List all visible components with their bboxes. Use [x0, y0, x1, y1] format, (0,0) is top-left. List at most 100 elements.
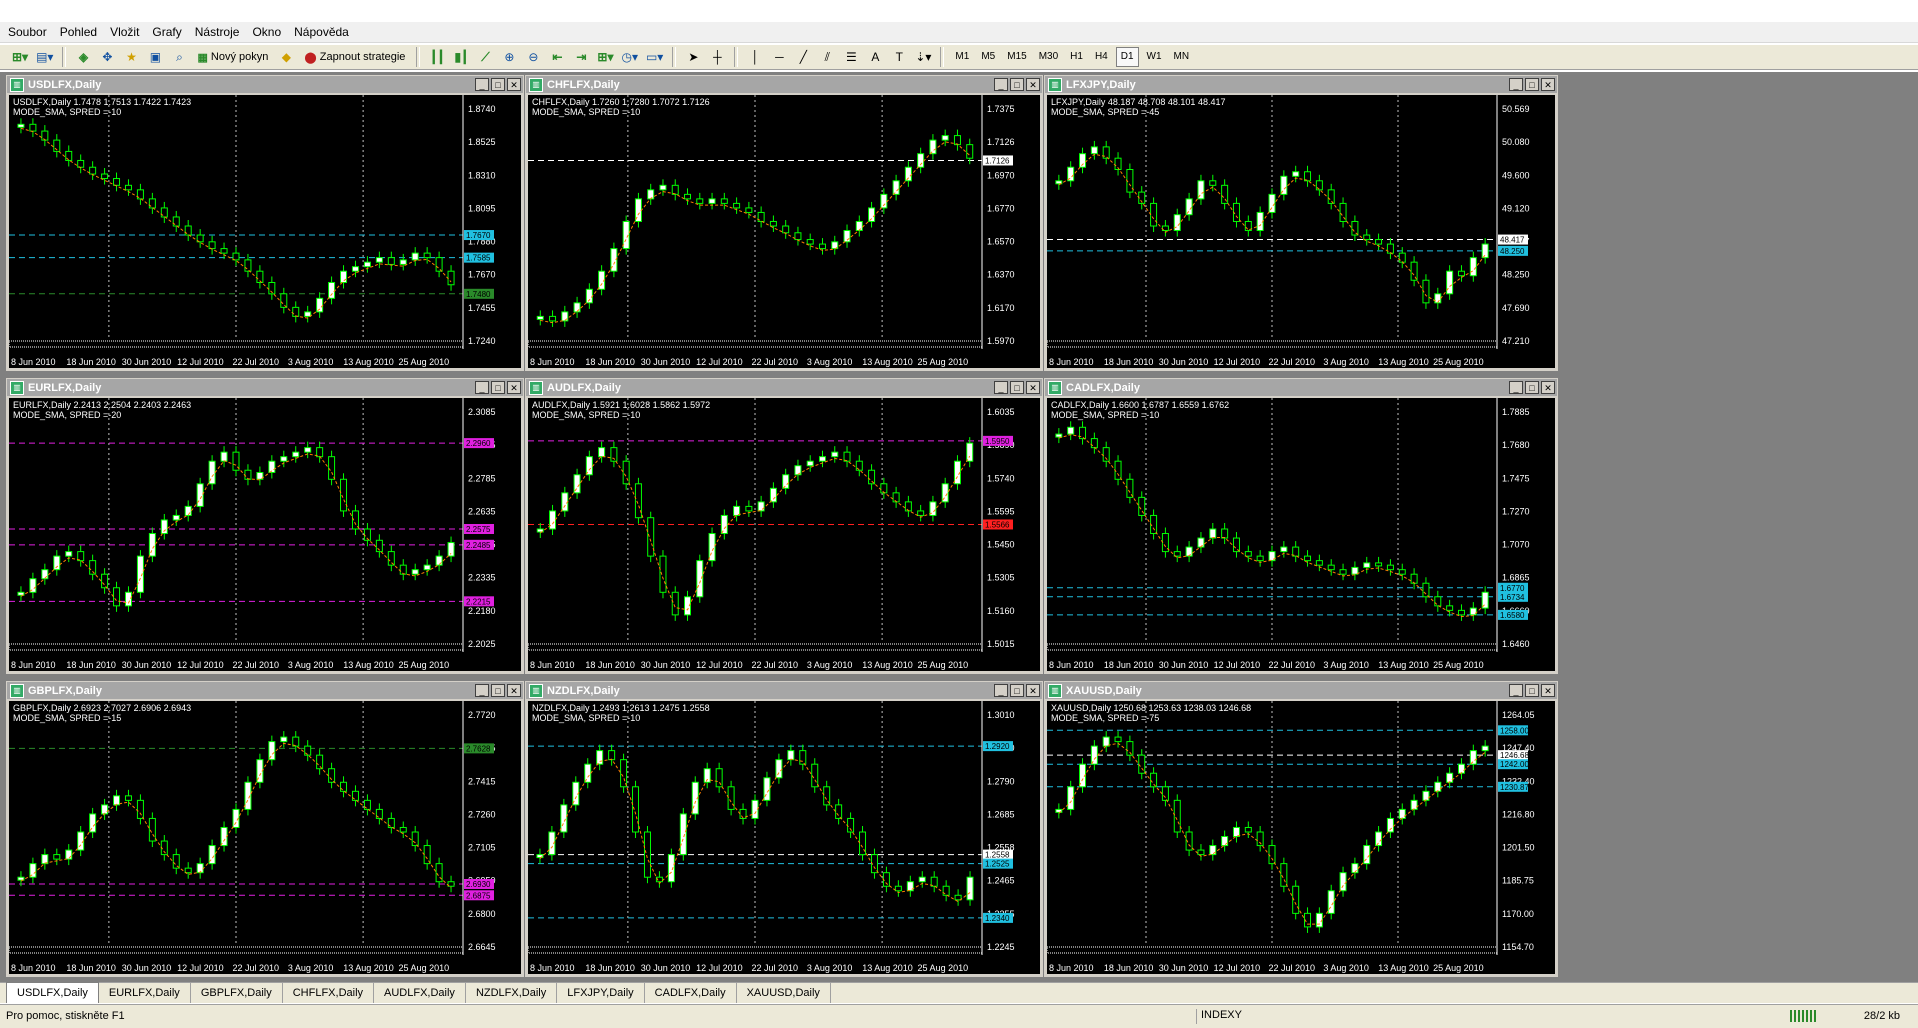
chart-canvas[interactable]: 1.7375 1.7126 1.6970 1.6770 1.6570 1.6370 1.61… — [528, 95, 1040, 368]
tab-gbplfx[interactable]: GBPLFX,Daily — [191, 983, 283, 1003]
timeframe-h4[interactable]: H4 — [1091, 48, 1112, 66]
chart-window[interactable]: ▥ CHFLFX,Daily _ □ ✕ 1.7375 1.7126 1.6970 1.6770… — [524, 74, 1044, 372]
terminal-icon[interactable]: ▣ — [145, 47, 165, 67]
tester-icon[interactable]: ⌕ — [169, 47, 189, 67]
tab-audlfx[interactable]: AUDLFX,Daily — [374, 983, 466, 1003]
chart-canvas[interactable]: 1.60351.58901.57401.55951.54501.53051.51… — [528, 398, 1040, 671]
timeframe-w1[interactable]: W1 — [1143, 48, 1166, 66]
chart-canvas[interactable]: 1.3010 1.2920 1.2790 1.2685 1.2558 1.2465 1.23… — [528, 701, 1040, 974]
chart-title-bar[interactable]: ▥ NZDLFX,Daily _ □ ✕ — [526, 682, 1042, 699]
menu-pohled[interactable]: Pohled — [52, 22, 102, 42]
menu-nastroje[interactable]: Nástroje — [187, 22, 245, 42]
indicators-icon[interactable]: ⊞▾ — [595, 47, 615, 67]
minimize-icon[interactable]: _ — [994, 381, 1008, 394]
close-icon[interactable]: ✕ — [507, 78, 521, 91]
new-order-button[interactable]: ▦ Nový pokyn — [193, 47, 272, 67]
tab-nzdlfx[interactable]: NZDLFX,Daily — [466, 983, 558, 1003]
fibonacci-icon[interactable]: ☰ — [841, 47, 861, 67]
timeframe-d1[interactable]: D1 — [1115, 47, 1139, 67]
tab-usdlfx[interactable]: USDLFX,Daily — [6, 982, 99, 1003]
cursor-icon[interactable]: ➤ — [683, 47, 703, 67]
chart-title-bar[interactable]: ▥ LFXJPY,Daily _ □ ✕ — [1045, 76, 1557, 93]
chart-canvas[interactable]: 2.30852.29352.27852.26352.24852.23352.21… — [9, 398, 521, 671]
menu-grafy[interactable]: Grafy — [144, 22, 186, 42]
minimize-icon[interactable]: _ — [994, 78, 1008, 91]
minimize-icon[interactable]: _ — [475, 78, 489, 91]
close-icon[interactable]: ✕ — [1541, 684, 1555, 697]
chart-title-bar[interactable]: ▥ GBPLFX,Daily _ □ ✕ — [7, 682, 523, 699]
vertical-line-icon[interactable]: │ — [745, 47, 765, 67]
restore-icon[interactable]: □ — [1525, 78, 1539, 91]
chart-window[interactable]: ▥ CADLFX,Daily _ □ ✕ 1.7885 1.7680 1.7475 1.7270… — [1043, 377, 1559, 675]
trendline-icon[interactable]: ╱ — [793, 47, 813, 67]
chart-window[interactable]: ▥EURLFX,Daily_□✕2.30852.29352.27852.2635… — [5, 377, 525, 675]
tab-chflfx[interactable]: CHFLFX,Daily — [283, 983, 375, 1003]
crosshair-icon[interactable]: ┼ — [707, 47, 727, 67]
data-window-icon[interactable]: ✥ — [97, 47, 117, 67]
minimize-icon[interactable]: _ — [1509, 78, 1523, 91]
chart-title-bar[interactable]: ▥ CADLFX,Daily _ □ ✕ — [1045, 379, 1557, 396]
menu-napoveda[interactable]: Nápověda — [286, 22, 354, 42]
timeframe-h1[interactable]: H1 — [1066, 48, 1087, 66]
close-icon[interactable]: ✕ — [1541, 78, 1555, 91]
navigator-icon[interactable]: ★ — [121, 47, 141, 67]
chart-window[interactable]: ▥ USDLFX,Daily _ □ ✕ 1.8740 1.8525 1.8310 1.8095… — [5, 74, 525, 372]
restore-icon[interactable]: □ — [491, 381, 505, 394]
autoscroll-icon[interactable]: ⇥ — [571, 47, 591, 67]
chart-window[interactable]: ▥ LFXJPY,Daily _ □ ✕ 50.569 50.080 49.600 49.120… — [1043, 74, 1559, 372]
chart-title-bar[interactable]: ▥ XAUUSD,Daily _ □ ✕ — [1045, 682, 1557, 699]
restore-icon[interactable]: □ — [1010, 78, 1024, 91]
timeframe-m5[interactable]: M5 — [977, 48, 999, 66]
metaeditor-icon[interactable]: ◆ — [276, 47, 296, 67]
templates-icon[interactable]: ▭▾ — [644, 47, 665, 67]
chart-title-bar[interactable]: ▥ CHFLFX,Daily _ □ ✕ — [526, 76, 1042, 93]
tile-windows-icon[interactable]: ⇤ — [547, 47, 567, 67]
horizontal-line-icon[interactable]: ─ — [769, 47, 789, 67]
bar-chart-icon[interactable]: ┃┃ — [427, 47, 447, 67]
tab-lfxjpy[interactable]: LFXJPY,Daily — [557, 983, 645, 1003]
chart-title-bar[interactable]: ▥ USDLFX,Daily _ □ ✕ — [7, 76, 523, 93]
restore-icon[interactable]: □ — [1010, 684, 1024, 697]
close-icon[interactable]: ✕ — [1541, 381, 1555, 394]
restore-icon[interactable]: □ — [1010, 381, 1024, 394]
close-icon[interactable]: ✕ — [1026, 381, 1040, 394]
text-icon[interactable]: A — [865, 47, 885, 67]
arrows-icon[interactable]: ⇣▾ — [913, 47, 933, 67]
timeframe-m15[interactable]: M15 — [1003, 48, 1030, 66]
expert-advisors-button[interactable]: ⬤ Zapnout strategie — [300, 47, 409, 67]
chart-window[interactable]: ▥ XAUUSD,Daily _ □ ✕ 1264.05 1247.40 1232.40 121… — [1043, 680, 1559, 978]
minimize-icon[interactable]: _ — [1509, 684, 1523, 697]
minimize-icon[interactable]: _ — [1509, 381, 1523, 394]
chart-window[interactable]: ▥GBPLFX,Daily_□✕ 2.77202.75652.74152.7260… — [5, 680, 525, 978]
restore-icon[interactable]: □ — [1525, 684, 1539, 697]
label-icon[interactable]: T — [889, 47, 909, 67]
close-icon[interactable]: ✕ — [1026, 684, 1040, 697]
zoom-in-icon[interactable]: ⊕ — [499, 47, 519, 67]
chart-canvas[interactable]: 1.78851.76801.74751.72701.70701.68651.66… — [1047, 398, 1555, 671]
market-watch-icon[interactable]: ◈ — [73, 47, 93, 67]
chart-canvas[interactable]: 50.569 50.080 49.600 49.120 48.417 48.250 47.6… — [1047, 95, 1555, 368]
menu-soubor[interactable]: Soubor — [0, 22, 52, 42]
timeframe-mn[interactable]: MN — [1170, 48, 1194, 66]
tab-cadlfx[interactable]: CADLFX,Daily — [645, 983, 737, 1003]
chart-canvas[interactable]: 1.8740 1.8525 1.8310 1.8095 1.7880 1.7670 1.74… — [9, 95, 521, 368]
close-icon[interactable]: ✕ — [507, 381, 521, 394]
chart-canvas[interactable]: 1264.05 1247.40 1232.40 1216.80 1201.50 1185.… — [1047, 701, 1555, 974]
chart-window[interactable]: ▥AUDLFX,Daily_□✕ 1.60351.58901.57401.5595… — [524, 377, 1044, 675]
close-icon[interactable]: ✕ — [507, 684, 521, 697]
periods-icon[interactable]: ◷▾ — [619, 47, 640, 67]
line-chart-icon[interactable]: ⟋ — [475, 47, 495, 67]
minimize-icon[interactable]: _ — [994, 684, 1008, 697]
tab-eurlfx[interactable]: EURLFX,Daily — [99, 983, 191, 1003]
zoom-out-icon[interactable]: ⊖ — [523, 47, 543, 67]
chart-title-bar[interactable]: ▥ AUDLFX,Daily _ □ ✕ — [526, 379, 1042, 396]
status-profile[interactable]: INDEXY — [1196, 1009, 1242, 1024]
chart-canvas[interactable]: 2.77202.75652.74152.72602.71052.69502.68… — [9, 701, 521, 974]
profiles-icon[interactable]: ▤▾ — [34, 47, 55, 67]
minimize-icon[interactable]: _ — [475, 381, 489, 394]
new-chart-icon[interactable]: ⊞▾ — [10, 47, 30, 67]
channel-icon[interactable]: ⫽ — [817, 47, 837, 67]
menu-okno[interactable]: Okno — [244, 22, 286, 42]
tab-xauusd[interactable]: XAUUSD,Daily — [737, 983, 831, 1003]
restore-icon[interactable]: □ — [1525, 381, 1539, 394]
